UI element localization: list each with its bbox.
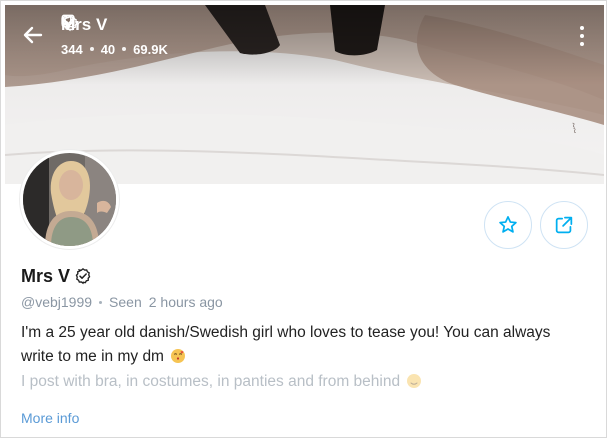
videos-stat[interactable]: 40 xyxy=(61,16,116,57)
bio-line-2: I post with bra, in costumes, in panties… xyxy=(21,373,401,390)
verified-check-icon xyxy=(75,268,91,285)
kiss-emoji-icon xyxy=(171,349,186,363)
photos-count: 344 xyxy=(61,41,83,57)
profile-page: ~~ Mrs V 344 40 69.9K Mrs V @vebj1999 Se… xyxy=(0,0,607,438)
kebab-menu-icon[interactable] xyxy=(580,26,586,46)
avatar[interactable] xyxy=(20,150,119,249)
star-icon xyxy=(499,216,517,233)
profile-bio: I'm a 25 year old danish/Swedish girl wh… xyxy=(21,321,581,394)
profile-info: Mrs V @vebj1999 Seen 2 hours ago I'm a 2… xyxy=(21,265,591,428)
likes-stat: 69.9K xyxy=(62,15,168,57)
bio-line-1: I'm a 25 year old danish/Swedish girl wh… xyxy=(21,324,551,365)
bio-line-2-wrap: I post with bra, in costumes, in panties… xyxy=(21,370,581,394)
arrow-left-icon xyxy=(23,26,43,44)
seen-label: Seen xyxy=(109,294,142,310)
profile-name-row: Mrs V xyxy=(21,265,591,287)
likes-count: 69.9K xyxy=(133,41,168,57)
profile-name: Mrs V xyxy=(21,265,71,286)
back-button[interactable] xyxy=(21,23,45,47)
header-title-row: Mrs V xyxy=(61,14,168,36)
stat-separator xyxy=(122,47,127,51)
photos-stat[interactable]: 344 xyxy=(61,14,83,57)
avatar-photo xyxy=(23,153,116,246)
share-button[interactable] xyxy=(540,201,588,249)
videos-count: 40 xyxy=(100,41,116,57)
stat-separator xyxy=(89,47,94,51)
header-stats: 344 40 69.9K xyxy=(61,14,168,58)
smile-emoji-icon xyxy=(407,374,422,388)
menu-dot xyxy=(580,42,584,46)
header-info: Mrs V 344 40 69.9K xyxy=(61,14,168,58)
seen-time: 2 hours ago xyxy=(148,294,223,310)
meta-separator xyxy=(99,300,103,304)
more-info-link[interactable]: More info xyxy=(21,410,79,426)
profile-meta: @vebj1999 Seen 2 hours ago xyxy=(21,292,591,312)
profile-handle: @vebj1999 xyxy=(21,294,93,310)
share-icon xyxy=(555,216,573,234)
menu-dot xyxy=(580,34,584,38)
menu-dot xyxy=(580,26,584,30)
heart-icon xyxy=(62,15,74,27)
favorite-button[interactable] xyxy=(484,201,532,249)
